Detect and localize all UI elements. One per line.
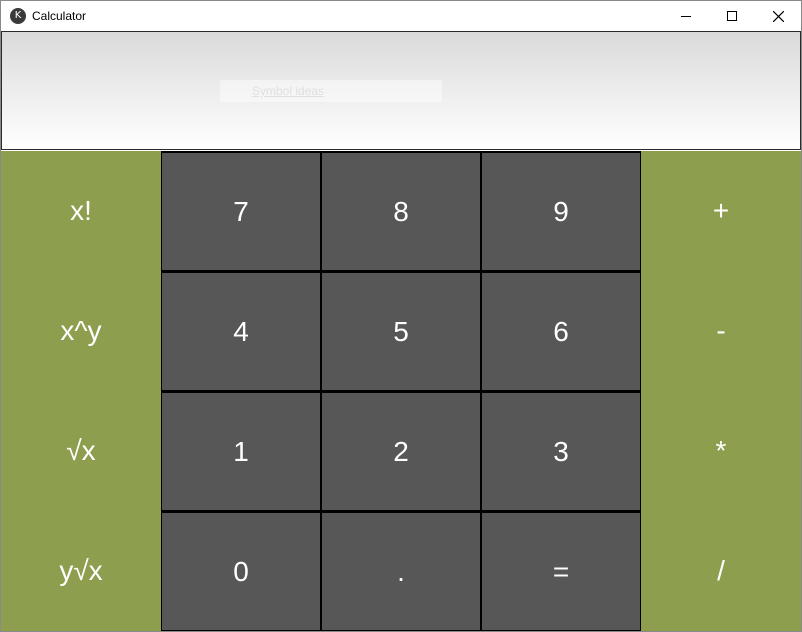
equals-button[interactable]: =: [481, 511, 641, 631]
digit-8-button[interactable]: 8: [321, 151, 481, 271]
digit-9-button[interactable]: 9: [481, 151, 641, 271]
window-controls: [663, 1, 801, 31]
keypad: x! 7 8 9 + x^y 4 5 6 - √x 1 2 3 * y√x 0 …: [1, 151, 801, 631]
digit-2-button[interactable]: 2: [321, 391, 481, 511]
minimize-button[interactable]: [663, 1, 709, 31]
display-panel: [1, 31, 801, 150]
close-button[interactable]: [755, 1, 801, 31]
divide-button[interactable]: /: [641, 511, 801, 631]
digit-4-button[interactable]: 4: [161, 271, 321, 391]
decimal-point-button[interactable]: .: [321, 511, 481, 631]
window-title: Calculator: [32, 9, 87, 23]
multiply-button[interactable]: *: [641, 391, 801, 511]
digit-6-button[interactable]: 6: [481, 271, 641, 391]
power-button[interactable]: x^y: [1, 271, 161, 391]
factorial-button[interactable]: x!: [1, 151, 161, 271]
plus-button[interactable]: +: [641, 151, 801, 271]
minus-button[interactable]: -: [641, 271, 801, 391]
expression-input[interactable]: [220, 80, 442, 102]
minimize-icon: [681, 16, 691, 17]
square-root-button[interactable]: √x: [1, 391, 161, 511]
maximize-button[interactable]: [709, 1, 755, 31]
digit-7-button[interactable]: 7: [161, 151, 321, 271]
nth-root-button[interactable]: y√x: [1, 511, 161, 631]
digit-1-button[interactable]: 1: [161, 391, 321, 511]
maximize-icon: [727, 11, 737, 21]
digit-0-button[interactable]: 0: [161, 511, 321, 631]
title-bar[interactable]: K Calculator: [1, 1, 801, 31]
close-icon: [772, 10, 784, 22]
app-icon: K: [10, 8, 26, 24]
digit-5-button[interactable]: 5: [321, 271, 481, 391]
calculator-window: K Calculator x! 7 8 9 + x^y 4 5 6 - √x 1…: [0, 0, 802, 632]
digit-3-button[interactable]: 3: [481, 391, 641, 511]
